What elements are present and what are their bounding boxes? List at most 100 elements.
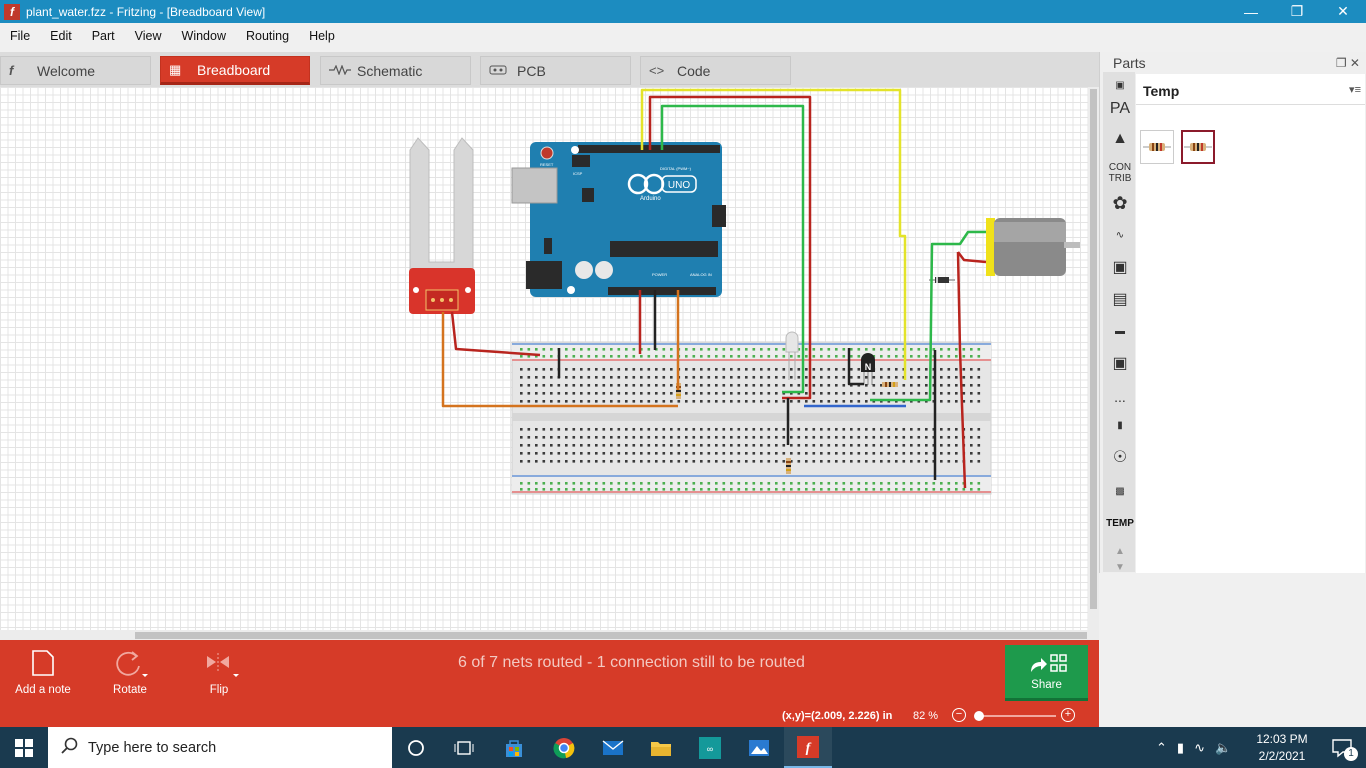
- parts-panel-title: Parts: [1113, 55, 1146, 71]
- bin-menu-icon[interactable]: ▾≡: [1349, 83, 1361, 96]
- title-bar: f plant_water.fzz - Fritzing - [Breadboa…: [0, 0, 1366, 23]
- battery-bin-icon[interactable]: ▮: [1106, 412, 1134, 438]
- motor-bin-icon[interactable]: ▩: [1106, 478, 1134, 504]
- arduino-analog-label: ANALOG IN: [690, 272, 712, 277]
- bin-content: Temp ▾≡: [1136, 74, 1365, 573]
- tab-pcb[interactable]: PCB: [480, 56, 631, 85]
- diode-bin-icon[interactable]: ▬: [1106, 318, 1134, 344]
- restore-icon[interactable]: ❐: [1274, 0, 1320, 23]
- arduino-uno[interactable]: UNO Arduino RESET ICSP DIGITAL (PWM~) PO…: [511, 142, 726, 297]
- menu-file[interactable]: File: [0, 23, 40, 50]
- taskbar-search[interactable]: Type here to search: [48, 727, 392, 768]
- resistor-2[interactable]: [786, 458, 791, 474]
- rotate-button[interactable]: Rotate: [95, 646, 165, 696]
- chip-bin-icon[interactable]: ▣: [1106, 254, 1134, 280]
- diode[interactable]: [929, 277, 955, 283]
- menu-view[interactable]: View: [125, 23, 172, 50]
- add-note-label: Add a note: [15, 684, 71, 696]
- routing-status[interactable]: 6 of 7 nets routed - 1 connection still …: [360, 654, 903, 672]
- start-button[interactable]: [0, 727, 48, 768]
- chevron-up-icon[interactable]: ⌃: [1156, 740, 1167, 756]
- flip-button[interactable]: Flip: [184, 646, 254, 696]
- part-resistor-selected[interactable]: [1181, 130, 1215, 164]
- windows-taskbar: Type here to search ∞ f ⌃ ▮ ∿ 🔈 12:03 PM…: [0, 727, 1366, 768]
- notification-count: 1: [1344, 747, 1358, 761]
- button-bin-icon[interactable]: ▣: [1106, 350, 1134, 376]
- tab-schematic[interactable]: Schematic: [320, 56, 471, 85]
- cursor-coordinates: (x,y)=(2.009, 2.226) in: [782, 710, 893, 722]
- antenna-bin-icon[interactable]: ☉: [1106, 444, 1134, 470]
- flip-label: Flip: [209, 684, 229, 696]
- arduino-digital-label: DIGITAL (PWM~): [660, 166, 692, 171]
- more-bins-icon[interactable]: ...: [1106, 384, 1134, 410]
- photos-icon[interactable]: [735, 727, 783, 768]
- zoom-in-icon[interactable]: +: [1061, 708, 1075, 722]
- menu-help[interactable]: Help: [299, 23, 345, 50]
- panel-float-close-buttons[interactable]: ❐ ✕: [1336, 56, 1360, 70]
- ic-bin-icon[interactable]: ▤: [1106, 286, 1134, 312]
- minimize-icon[interactable]: —: [1228, 0, 1274, 23]
- fritzing-app-icon: f: [4, 3, 20, 20]
- zoom-slider-handle[interactable]: [974, 711, 984, 721]
- menu-routing[interactable]: Routing: [236, 23, 299, 50]
- breadboard-icon: ▦: [169, 61, 182, 77]
- battery-icon[interactable]: ▮: [1177, 740, 1184, 756]
- search-placeholder: Type here to search: [88, 739, 217, 756]
- resistor-icon: [1184, 143, 1212, 151]
- part-resistor[interactable]: [1140, 130, 1174, 164]
- menu-edit[interactable]: Edit: [40, 23, 82, 50]
- zoom-out-icon[interactable]: −: [952, 708, 966, 722]
- pa-bin-icon[interactable]: PA: [1106, 96, 1134, 122]
- code-icon: <>: [649, 63, 665, 78]
- parts-bin-list: ▣ PA ▲ CON TRIB ✿ ∿ ▣ ▤ ▬ ▣ ... ▮ ☉ ▩ TE…: [1103, 72, 1135, 573]
- share-button[interactable]: Share: [1005, 645, 1088, 701]
- file-explorer-icon[interactable]: [637, 727, 685, 768]
- share-label: Share: [1031, 679, 1062, 691]
- soil-moisture-sensor[interactable]: [409, 137, 475, 314]
- arduino-icon[interactable]: ∞: [686, 727, 734, 768]
- note-icon: [32, 650, 54, 676]
- seeed-bin-icon[interactable]: ✿: [1106, 190, 1134, 216]
- core-bin-icon[interactable]: ▣: [1106, 72, 1134, 98]
- breadboard[interactable]: [511, 341, 992, 495]
- store-icon[interactable]: [490, 727, 538, 768]
- tab-breadboard[interactable]: ▦ Breadboard: [160, 56, 310, 85]
- mine-bin-icon[interactable]: ▲: [1106, 126, 1134, 152]
- breadboard-canvas[interactable]: UNO Arduino RESET ICSP DIGITAL (PWM~) PO…: [0, 87, 1088, 630]
- wifi-icon[interactable]: ∿: [1194, 740, 1205, 756]
- task-view-icon[interactable]: [440, 727, 488, 768]
- close-icon[interactable]: ✕: [1320, 0, 1366, 23]
- share-icon: [1030, 654, 1067, 672]
- rotate-icon: [116, 651, 148, 677]
- menu-window[interactable]: Window: [172, 23, 236, 50]
- dc-motor[interactable]: [986, 218, 1080, 276]
- taskbar-clock[interactable]: 12:03 PM 2/2/2021: [1252, 731, 1312, 765]
- cortana-icon[interactable]: [392, 727, 440, 768]
- tab-welcome[interactable]: f Welcome: [0, 56, 151, 85]
- temp-bin-label[interactable]: TEMP: [1106, 510, 1134, 536]
- bottom-toolbar: Add a note Rotate Flip 6 of 7 nets route…: [0, 640, 1099, 706]
- menu-part[interactable]: Part: [82, 23, 125, 50]
- inspector-area: [1099, 573, 1366, 707]
- fritzing-taskbar-icon[interactable]: f: [784, 727, 832, 768]
- resistor-3[interactable]: [882, 382, 898, 387]
- fritzing-icon: f: [9, 63, 14, 78]
- tab-schematic-label: Schematic: [357, 62, 423, 79]
- contrib-bin-icon[interactable]: CON TRIB: [1106, 158, 1134, 188]
- chrome-icon[interactable]: [540, 727, 588, 768]
- circuit-drawing: UNO Arduino RESET ICSP DIGITAL (PWM~) PO…: [409, 88, 1080, 495]
- oscilloscope-bin-icon[interactable]: ∿: [1106, 222, 1134, 248]
- zoom-level: 82 %: [913, 710, 939, 722]
- arduino-power-label: POWER: [652, 272, 667, 277]
- horizontal-scrollbar[interactable]: [0, 630, 1088, 640]
- zoom-slider[interactable]: [976, 715, 1056, 717]
- tab-code[interactable]: <> Code: [640, 56, 791, 85]
- volume-icon[interactable]: 🔈: [1215, 740, 1231, 756]
- vertical-scrollbar[interactable]: [1088, 87, 1099, 640]
- mail-icon[interactable]: [589, 727, 637, 768]
- add-note-button[interactable]: Add a note: [8, 646, 78, 696]
- notification-icon[interactable]: 1: [1318, 727, 1366, 768]
- search-icon: [60, 737, 78, 759]
- view-tabs: f Welcome ▦ Breadboard Schematic PCB <> …: [0, 52, 1099, 87]
- arduino-reset-label: RESET: [540, 162, 554, 167]
